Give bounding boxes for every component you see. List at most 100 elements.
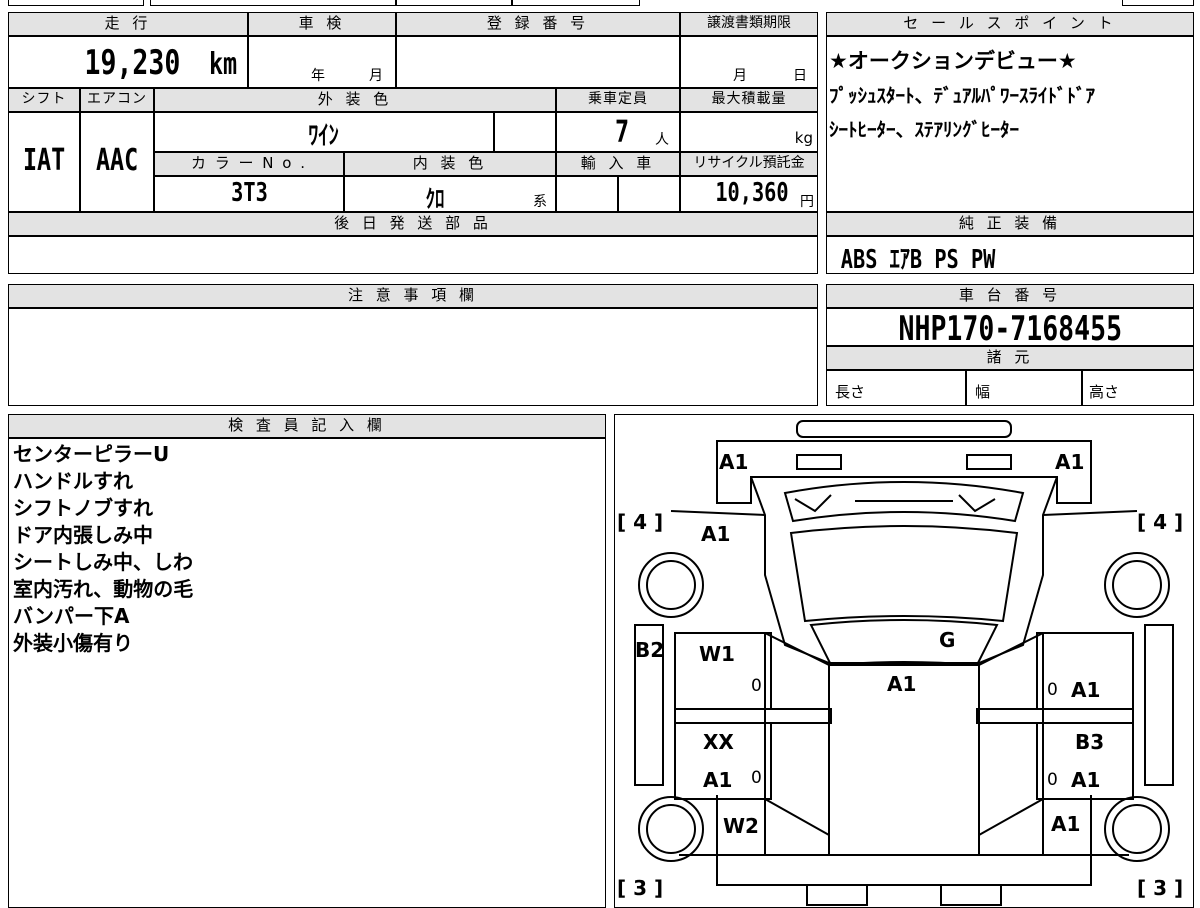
equipment-value: ABS ｴｱB PS PW [840,245,996,275]
caution-header: 注 意 事 項 欄 [8,284,818,308]
import-cell-right [618,176,680,212]
chassis-number-header: 車 台 番 号 [826,284,1194,308]
mark-right-door-zero: 0 [1047,680,1058,700]
import-cell-left [556,176,618,212]
top-strip-cell [512,0,640,6]
recycle-deposit-value: 10,360 [715,178,789,208]
capacity-header: 乗車定員 [556,88,680,112]
mark-right-rear-door-top: B3 [1075,730,1105,754]
exterior-color-value: ﾜｲﾝ [308,121,340,151]
rear-bumper-left [806,884,868,906]
tire-tread-rear-right: [ 3 ] [1137,876,1184,900]
dimensions-height-label: 高さ [1089,383,1120,401]
chassis-number-value: NHP170-7168455 [898,309,1122,349]
dimensions-width-label: 幅 [975,383,991,401]
inspector-note: バンパー下A [13,604,130,628]
max-load-unit: kg [794,129,813,147]
dimensions-length-cell: 長さ [826,370,966,406]
top-strip-cell [1122,0,1194,6]
sales-point-cell: ★オークションデビュー★ ﾌﾟｯｼｭｽﾀｰﾄ、ﾃﾞｭｱﾙﾊﾟﾜｰｽﾗｲﾄﾞﾄﾞｱ… [826,36,1194,212]
recycle-deposit-unit: 円 [800,194,814,210]
shift-value: IAT [22,143,66,178]
wheel-rear-left [638,796,704,862]
top-strip-cell [150,0,396,6]
rear-outline [716,795,1092,886]
mark-left-door-zero: 0 [751,676,762,696]
mileage-cell: 19,230 km [8,36,248,88]
windshield [789,525,1019,623]
mark-front-left: A1 [719,450,749,474]
mark-front-right: A1 [1055,450,1085,474]
registration-cell [396,36,680,88]
exterior-color-sub-cell [494,112,556,152]
sales-point-line: ﾌﾟｯｼｭｽﾀｰﾄ、ﾃﾞｭｱﾙﾊﾟﾜｰｽﾗｲﾄﾞﾄﾞｱ [829,85,1096,107]
transfer-deadline-cell: 月 日 [680,36,818,88]
import-header: 輸 入 車 [556,152,680,176]
equipment-header: 純 正 装 備 [826,212,1194,236]
wheel-front-left [638,552,704,618]
interior-color-header: 内 装 色 [344,152,556,176]
shift-cell: IAT [8,112,80,212]
registration-header: 登 録 番 号 [396,12,680,36]
top-strip-cell [396,0,512,6]
mark-right-rear-door: A1 [1071,768,1101,792]
max-load-header: 最大積載量 [680,88,818,112]
mark-left-rear-door-top: XX [703,730,734,754]
top-strip-cell [8,0,144,6]
recycle-deposit-cell: 10,360 円 [680,176,818,212]
ac-value: AAC [95,143,139,178]
interior-color-value: ｸﾛ [425,185,445,213]
mark-windshield: G [939,628,956,652]
car-diagram-frame: A1 A1 A1 G A1 B2 W1 0 XX A1 0 W2 0 A1 B3… [614,414,1194,908]
mileage-unit: km [208,47,238,82]
headlight-left [796,454,842,470]
equipment-cell: ABS ｴｱB PS PW [826,236,1194,275]
recycle-deposit-header: リサイクル預託金 [680,152,818,176]
inspector-note: ドア内張しみ中 [13,523,153,547]
inspection-month-label: 月 [369,68,383,84]
left-pillar [764,632,830,836]
ac-header: エアコン [80,88,154,112]
wheel-rear-right [1104,796,1170,862]
mark-left-front-fender: B2 [635,638,665,662]
inspector-note: ハンドルすれ [13,469,133,493]
caution-cell [8,308,818,406]
mark-left-front-door: W1 [699,642,735,666]
left-door-rail [674,708,832,724]
inspector-note: 外装小傷有り [13,631,133,655]
inspection-header: 車 検 [248,12,396,36]
color-number-header: カ ラ ー N o . [154,152,344,176]
rear-bumper-right [940,884,1002,906]
sales-point-line: ｼｰﾄﾋｰﾀｰ、ｽﾃｱﾘﾝｸﾞﾋｰﾀｰ [829,119,1020,141]
inspection-year-label: 年 [311,68,325,84]
transfer-month-label: 月 [733,68,747,84]
wheel-front-left-inner [646,560,696,610]
sales-point-header: セ ー ル ス ポ イ ン ト [826,12,1194,36]
transfer-deadline-header: 譲渡書類期限 [680,12,818,36]
right-door-rail [976,708,1134,724]
capacity-cell: 7 人 [556,112,680,152]
dimensions-header: 諸 元 [826,346,1194,370]
inspector-notes-header: 検 査 員 記 入 欄 [8,414,606,438]
later-parts-cell [8,236,818,274]
inspection-cell: 年 月 [248,36,396,88]
interior-color-suffix: 系 [533,194,547,210]
mark-left-rear-quarter: W2 [723,814,759,838]
headlight-right [966,454,1012,470]
mark-right-rear-quarter: A1 [1051,812,1081,836]
exterior-color-cell: ﾜｲﾝ [154,112,494,152]
wheel-rear-right-inner [1112,804,1162,854]
tire-tread-front-left: [ 4 ] [617,510,664,534]
capacity-unit: 人 [655,132,669,148]
capacity-value: 7 [614,115,630,150]
mark-right-front-door: A1 [1071,678,1101,702]
inspector-notes-list: センターピラーU ハンドルすれ シフトノブすれ ドア内張しみ中 シートしみ中、し… [13,441,193,657]
chassis-number-cell: NHP170-7168455 [826,308,1194,349]
dimensions-length-label: 長さ [835,383,866,401]
grille-inner [794,494,996,513]
inspector-note: 室内汚れ、動物の毛 [13,577,194,601]
wheel-front-right-inner [1112,560,1162,610]
wheel-front-right [1104,552,1170,618]
inspector-note: シフトノブすれ [13,496,153,520]
mark-roof: A1 [887,672,917,696]
